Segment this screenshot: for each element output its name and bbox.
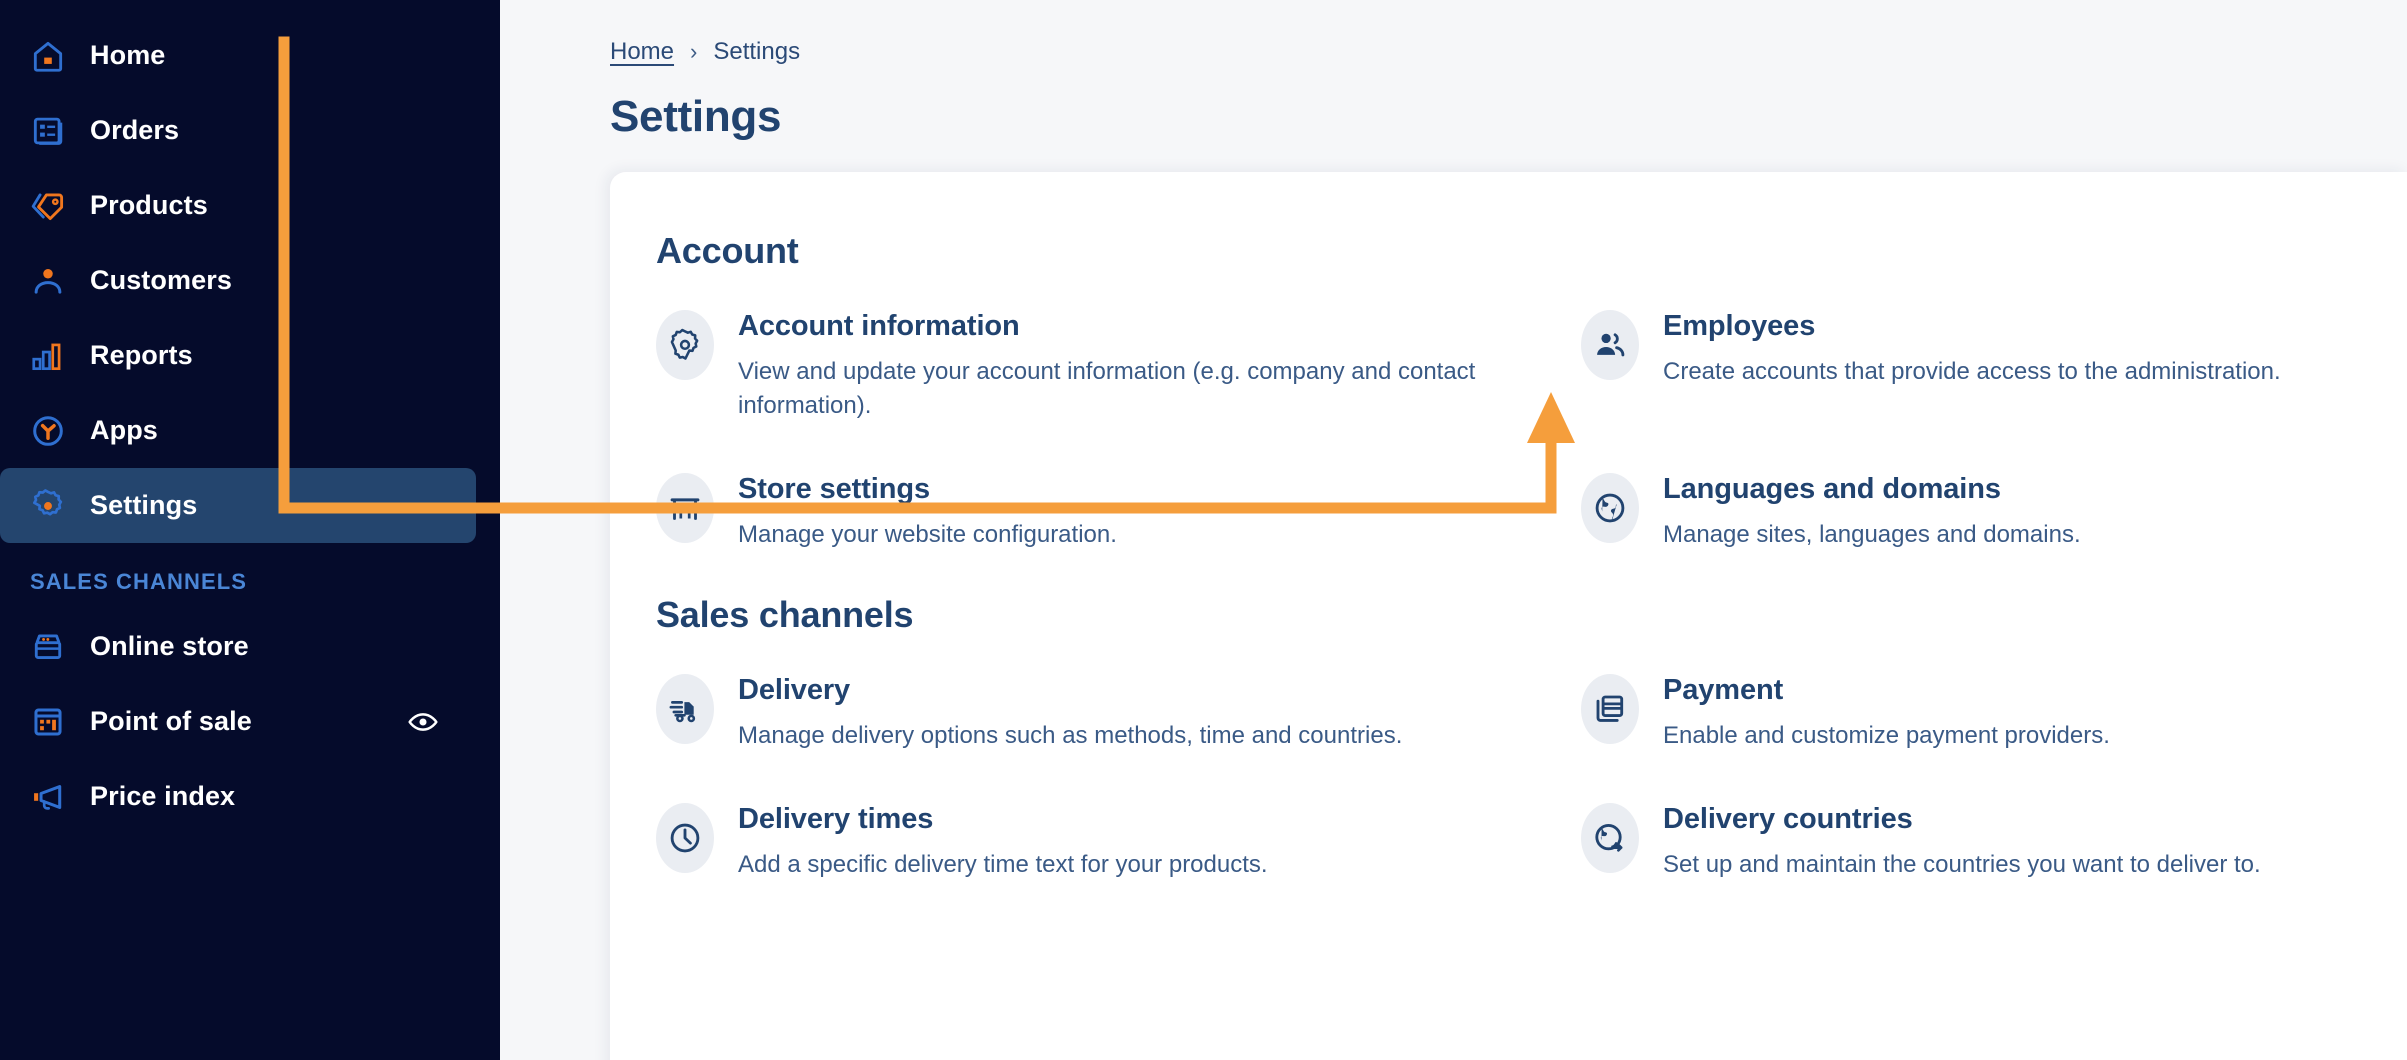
tile-body: Employees Create accounts that provide a… [1663, 308, 2281, 423]
sidebar-item-label: Price index [90, 781, 236, 811]
globe-arrow-icon [1581, 803, 1639, 874]
tile-body: Store settings Manage your website confi… [738, 471, 1117, 552]
main-content: Home › Settings Settings Account Account… [500, 0, 2407, 1060]
sidebar-item-settings[interactable]: Settings [0, 468, 476, 543]
sidebar-item-orders[interactable]: Orders [0, 93, 500, 168]
store-icon [656, 473, 714, 544]
settings-page: Home Orders Products Customers Reports A… [0, 0, 2407, 1060]
products-icon [28, 186, 68, 226]
sidebar-item-apps[interactable]: Apps [0, 393, 500, 468]
tile-body: Account information View and update your… [738, 308, 1498, 423]
tile-title[interactable]: Delivery [738, 674, 1402, 707]
sidebar: Home Orders Products Customers Reports A… [0, 0, 500, 1060]
sidebar-item-price-index[interactable]: Price index [0, 759, 500, 834]
truck-icon [656, 674, 714, 745]
tile-languages-and-domains[interactable]: Languages and domains Manage sites, lang… [1581, 471, 2407, 552]
card-icon [1581, 674, 1639, 745]
sidebar-item-label: Online store [90, 631, 249, 661]
apps-icon [28, 411, 68, 451]
settings-gear-icon [28, 486, 68, 526]
tile-body: Delivery countries Set up and maintain t… [1663, 801, 2261, 882]
section-heading-account: Account [656, 230, 799, 271]
employees-icon [1581, 310, 1639, 380]
reports-icon [28, 336, 68, 376]
tile-title[interactable]: Languages and domains [1663, 473, 2081, 506]
breadcrumb: Home › Settings [500, 0, 2407, 66]
sidebar-item-reports[interactable]: Reports [0, 318, 500, 393]
sidebar-item-label: Settings [90, 490, 198, 520]
point-of-sale-icon [28, 702, 68, 742]
tile-body: Delivery Manage delivery options such as… [738, 672, 1402, 753]
tile-description: Set up and maintain the countries you wa… [1663, 851, 2261, 879]
tile-delivery-countries[interactable]: Delivery countries Set up and maintain t… [1581, 801, 2407, 882]
sidebar-item-label: Products [90, 190, 208, 220]
tile-description: Add a specific delivery time text for yo… [738, 851, 1268, 879]
sidebar-item-customers[interactable]: Customers [0, 243, 500, 318]
tile-title[interactable]: Employees [1663, 310, 2281, 343]
sidebar-item-label: Customers [90, 265, 232, 295]
megaphone-icon [28, 777, 68, 817]
sidebar-item-point-of-sale[interactable]: Point of sale [0, 684, 500, 759]
tile-body: Delivery times Add a specific delivery t… [738, 801, 1268, 882]
tile-body: Languages and domains Manage sites, lang… [1663, 471, 2081, 552]
tile-description: Manage delivery options such as methods,… [738, 722, 1403, 750]
customers-icon [28, 261, 68, 301]
sidebar-item-home[interactable]: Home [0, 18, 500, 93]
breadcrumb-current: Settings [713, 38, 801, 65]
tile-description: Manage your website configuration. [738, 521, 1117, 549]
storefront-icon [28, 627, 68, 667]
tile-title[interactable]: Delivery times [738, 803, 1268, 836]
sidebar-item-label: Reports [90, 340, 193, 370]
tile-title[interactable]: Delivery countries [1663, 803, 2261, 836]
page-title: Settings [610, 92, 782, 141]
tile-description: Enable and customize payment providers. [1663, 722, 2110, 750]
tile-description: View and update your account information… [738, 358, 1476, 420]
tile-store-settings[interactable]: Store settings Manage your website confi… [656, 471, 1581, 552]
tile-employees[interactable]: Employees Create accounts that provide a… [1581, 308, 2407, 423]
tile-title[interactable]: Account information [738, 310, 1498, 343]
tile-body: Payment Enable and customize payment pro… [1663, 672, 2110, 753]
gear-icon [656, 310, 714, 380]
tile-delivery[interactable]: Delivery Manage delivery options such as… [656, 672, 1581, 753]
tile-description: Create accounts that provide access to t… [1663, 358, 2281, 385]
sidebar-item-online-store[interactable]: Online store [0, 609, 500, 684]
home-icon [28, 36, 68, 76]
breadcrumb-home-link[interactable]: Home [610, 38, 674, 66]
section-heading-sales-channels: Sales channels [656, 594, 914, 636]
clock-icon [656, 803, 714, 874]
sales-channels-tile-grid: Delivery Manage delivery options such as… [610, 672, 2407, 882]
eye-icon[interactable] [406, 705, 440, 739]
orders-icon [28, 111, 68, 151]
tile-payment[interactable]: Payment Enable and customize payment pro… [1581, 672, 2407, 753]
settings-card: Account Account information View and upd… [610, 172, 2407, 1060]
account-tile-grid: Account information View and update your… [610, 308, 2407, 552]
sidebar-item-label: Home [90, 40, 166, 70]
tile-title[interactable]: Payment [1663, 674, 2110, 707]
sidebar-section-sales-channels: SALES CHANNELS [30, 569, 248, 594]
chevron-right-icon: › [690, 39, 698, 64]
globe-icon [1581, 473, 1639, 544]
sidebar-item-products[interactable]: Products [0, 168, 500, 243]
tile-account-information[interactable]: Account information View and update your… [656, 308, 1581, 423]
sidebar-item-label: Apps [90, 415, 158, 445]
sidebar-item-label: Point of sale [90, 706, 252, 736]
tile-description: Manage sites, languages and domains. [1663, 521, 2081, 549]
tile-title[interactable]: Store settings [738, 473, 1117, 506]
tile-delivery-times[interactable]: Delivery times Add a specific delivery t… [656, 801, 1581, 882]
sidebar-item-label: Orders [90, 115, 180, 145]
